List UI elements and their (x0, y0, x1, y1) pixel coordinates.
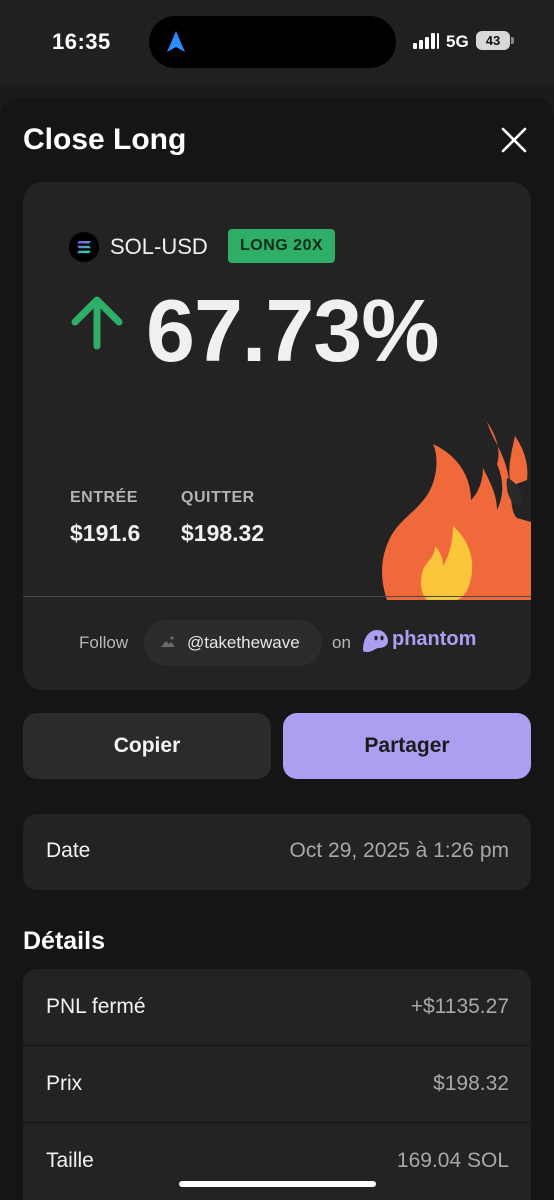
token-pair: SOL-USD (110, 234, 208, 259)
phantom-logo-icon (363, 630, 388, 652)
status-time: 16:35 (52, 29, 111, 54)
details-row-pnl: PNL fermé +$1135.27 (23, 969, 531, 1046)
on-label: on (332, 633, 351, 652)
network-type: 5G (446, 32, 469, 51)
pnl-percent: 67.73% (146, 281, 439, 380)
date-row: Date Oct 29, 2025 à 1:26 pm (23, 814, 531, 890)
entry-value: $191.6 (70, 520, 141, 546)
details-row-value: 169.04 SOL (396, 1149, 509, 1172)
follow-label: Follow (79, 633, 129, 652)
fire-icon (382, 422, 531, 600)
details-row-size: Taille 169.04 SOL (23, 1123, 531, 1200)
card-divider (23, 596, 531, 597)
handle-pill[interactable]: @takethewave (144, 620, 322, 666)
details-list: PNL fermé +$1135.27 Prix $198.32 Taille … (23, 969, 531, 1200)
up-arrow-icon (71, 296, 123, 350)
image-placeholder-icon (161, 636, 175, 647)
handle-text: @takethewave (187, 633, 300, 652)
sheet-title: Close Long (23, 123, 187, 156)
exit-value: $198.32 (181, 520, 265, 546)
details-row-label: Taille (46, 1149, 94, 1172)
exit-label: QUITTER (181, 489, 255, 506)
navigation-arrow-icon (167, 31, 185, 52)
details-row-price: Prix $198.32 (23, 1046, 531, 1123)
date-label: Date (46, 839, 91, 862)
details-row-value: $198.32 (433, 1072, 509, 1095)
close-icon[interactable] (498, 124, 530, 156)
pnl-share-card: SOL-USD LONG 20X 67.73% ENTRÉE $191.6 QU… (23, 182, 531, 690)
solana-icon (69, 232, 99, 262)
signal-icon (413, 33, 439, 49)
status-bar: 16:35 5G 43 (0, 0, 554, 84)
copy-button[interactable]: Copier (23, 713, 271, 779)
details-title: Détails (23, 927, 105, 955)
details-row-label: PNL fermé (46, 995, 146, 1018)
entry-label: ENTRÉE (70, 489, 138, 506)
leverage-badge: LONG 20X (228, 229, 336, 263)
share-button[interactable]: Partager (283, 713, 531, 779)
phantom-brand: phantom (392, 628, 477, 650)
details-row-label: Prix (46, 1072, 83, 1095)
dynamic-island (149, 16, 396, 68)
date-value: Oct 29, 2025 à 1:26 pm (289, 839, 509, 862)
details-row-value: +$1135.27 (410, 995, 509, 1018)
home-indicator[interactable] (179, 1181, 376, 1187)
close-long-sheet: Close Long SOL-USD LONG 20X 67.73% ENTRÉ… (0, 97, 554, 1200)
battery-icon: 43 (476, 31, 514, 50)
